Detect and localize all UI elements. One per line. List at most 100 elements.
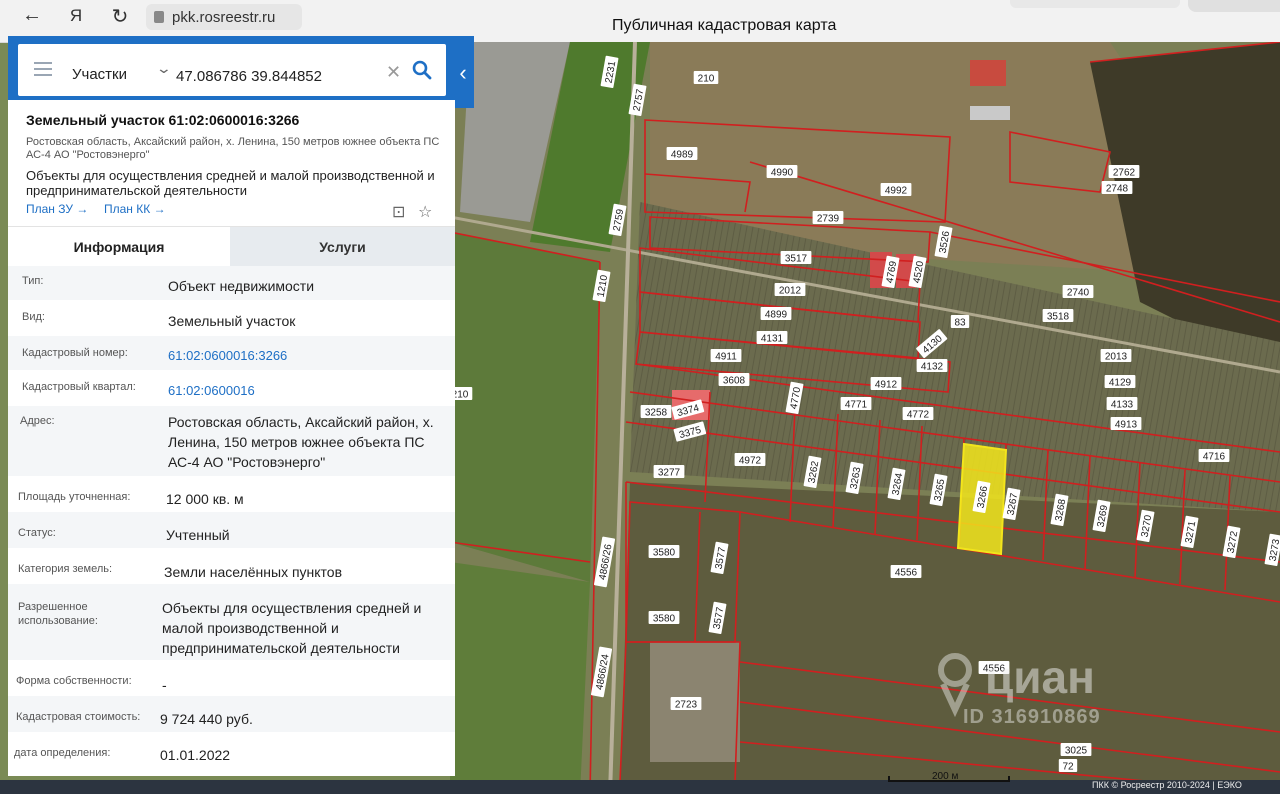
svg-text:4133: 4133 (1111, 400, 1134, 411)
parcel-label: 4132 (916, 359, 948, 373)
clear-icon[interactable]: ✕ (386, 62, 401, 83)
tab-services[interactable]: Услуги (230, 227, 455, 267)
chevron-down-icon[interactable]: ⌄ (156, 60, 172, 77)
parcel-label: 4772 (902, 407, 934, 421)
tab-bar: Информация Услуги (8, 226, 455, 267)
svg-text:4129: 4129 (1109, 378, 1132, 389)
parcel-label: 210 (693, 71, 719, 85)
svg-text:83: 83 (954, 318, 966, 329)
parcel-label: 72 (1058, 759, 1078, 773)
address-bar[interactable]: pkk.rosreestr.ru (146, 4, 302, 30)
search-box: Участки ⌄ 47.086786 39.844852 ✕ (18, 44, 446, 96)
field-label: Кадастровый номер: (22, 347, 128, 359)
parcel-label: 4972 (734, 453, 766, 467)
parcel-label: 4990 (766, 165, 798, 179)
collapse-panel-icon[interactable]: ‹ (454, 60, 472, 86)
yandex-icon[interactable]: Я (62, 6, 90, 26)
parcel-label: 4899 (760, 307, 792, 321)
svg-text:4912: 4912 (875, 380, 898, 391)
search-input[interactable]: 47.086786 39.844852 (176, 68, 322, 85)
parcel-label: 4989 (666, 147, 698, 161)
parcel-label: 4912 (870, 377, 902, 391)
field-value: 01.01.2022 (160, 747, 231, 763)
svg-text:4772: 4772 (907, 410, 930, 421)
search-icon[interactable] (410, 58, 434, 82)
cadastral-quarter-link[interactable]: 61:02:0600016 (168, 381, 448, 401)
svg-text:4972: 4972 (739, 456, 762, 467)
svg-text:2012: 2012 (779, 286, 802, 297)
field-label: Адрес: (20, 415, 55, 427)
parcel-label: 3518 (1042, 309, 1074, 323)
field-row-address: Адрес: Ростовская область, Аксайский рай… (8, 406, 455, 476)
back-arrow-icon[interactable]: ← (18, 4, 46, 27)
svg-text:4913: 4913 (1115, 420, 1138, 431)
field-row-ownership: Форма собственности: - (8, 660, 455, 696)
field-value: Объект недвижимости (168, 278, 315, 294)
svg-text:3277: 3277 (658, 468, 681, 479)
parcel-header: Земельный участок 61:02:0600016:3266 Рос… (8, 100, 455, 222)
parcel-label: 4556 (890, 565, 922, 579)
parcel-label: 4913 (1110, 417, 1142, 431)
svg-text:4989: 4989 (671, 150, 694, 161)
svg-text:4899: 4899 (765, 310, 788, 321)
field-label: Кадастровый квартал: (22, 381, 136, 393)
field-row-type: Тип: Объект недвижимости (8, 266, 455, 300)
svg-text:3258: 3258 (645, 408, 668, 419)
field-value: Объекты для осуществления средней и мало… (162, 600, 422, 656)
svg-text:3580: 3580 (653, 548, 676, 559)
svg-text:3608: 3608 (723, 376, 746, 387)
field-row-permitted-use: Разрешенное использование: Объекты для о… (8, 584, 455, 660)
field-value: 9 724 440 руб. (160, 711, 253, 727)
field-value: Земли населённых пунктов (164, 564, 343, 580)
field-value: Учтенный (166, 527, 230, 543)
plan-zu-link[interactable]: План ЗУ → (26, 202, 88, 216)
parcel-label: 2739 (812, 211, 844, 225)
field-value: Ростовская область, Аксайский район, х. … (168, 414, 434, 470)
svg-text:2762: 2762 (1113, 168, 1136, 179)
zoom-to-icon[interactable]: ⊡ (392, 202, 405, 222)
svg-text:4911: 4911 (715, 352, 737, 363)
parcel-label: 2013 (1100, 349, 1132, 363)
field-row-valuation-date: дата определения: 01.01.2022 (8, 732, 455, 772)
field-row-cadastral-quarter: Кадастровый квартал: 61:02:0600016 (8, 370, 455, 406)
field-value: - (162, 677, 167, 693)
building-red-4 (970, 60, 1006, 86)
map-scale-label: 200 м (932, 771, 959, 782)
parcel-label: 3608 (718, 373, 750, 387)
svg-text:72: 72 (1062, 762, 1074, 773)
watermark-id: ID 316910869 (963, 706, 1101, 728)
reload-icon[interactable]: ↻ (106, 4, 134, 29)
layer-select[interactable]: Участки (72, 66, 127, 83)
cadastral-number-link[interactable]: 61:02:0600016:3266 (168, 346, 448, 366)
plan-kk-link[interactable]: План КК → (104, 202, 166, 216)
search-header: Участки ⌄ 47.086786 39.844852 ✕ ‹ (8, 36, 474, 108)
parcel-label: 3580 (648, 545, 680, 559)
field-label: Кадастровая стоимость: (16, 711, 141, 723)
menu-icon[interactable] (34, 62, 52, 80)
field-label: дата определения: (14, 747, 111, 759)
svg-text:2748: 2748 (1106, 184, 1129, 195)
field-label: Площадь уточненная: (18, 491, 131, 503)
field-row-cadastral-number: Кадастровый номер: 61:02:0600016:3266 (8, 336, 455, 370)
profile-area[interactable] (1188, 0, 1280, 12)
svg-text:210: 210 (698, 74, 715, 85)
parcel-label: 2723 (670, 697, 702, 711)
field-row-area: Площадь уточненная: 12 000 кв. м (8, 476, 455, 512)
parcel-label: 4131 (756, 331, 788, 345)
svg-text:2723: 2723 (675, 700, 698, 711)
bottom-taskbar (0, 780, 1280, 794)
svg-text:4131: 4131 (761, 334, 784, 345)
parcel-label: 3277 (653, 465, 685, 479)
parcel-label: 3025 (1060, 743, 1092, 757)
star-icon[interactable]: ☆ (418, 202, 432, 222)
parcel-label: 4911 (710, 349, 742, 363)
field-label: Категория земель: (18, 563, 113, 575)
tab-info[interactable]: Информация (8, 227, 230, 267)
svg-text:4132: 4132 (921, 362, 944, 373)
parcel-label: 2748 (1101, 181, 1133, 195)
parcel-label: 4129 (1104, 375, 1136, 389)
page-title: Публичная кадастровая карта (612, 17, 837, 34)
parcel-label: 4716 (1198, 449, 1230, 463)
watermark-text: циан (985, 651, 1095, 703)
field-row-kind: Вид: Земельный участок (8, 300, 455, 336)
